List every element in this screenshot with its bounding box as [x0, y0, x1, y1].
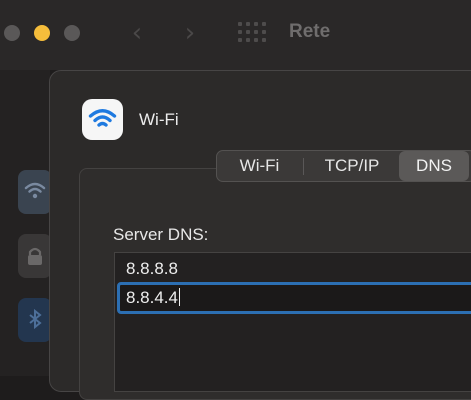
bluetooth-icon	[29, 309, 42, 330]
chevron-right-icon[interactable]: ›	[175, 17, 205, 49]
sidebar-item-security[interactable]	[18, 234, 52, 278]
sidebar-item-wifi[interactable]	[18, 170, 52, 214]
text-caret	[179, 288, 180, 306]
wifi-icon	[88, 109, 117, 127]
wifi-service-icon	[82, 99, 123, 140]
minimize-window-button[interactable]	[34, 25, 50, 41]
grid-icon[interactable]	[238, 22, 266, 44]
tab-tcp-ip[interactable]: TCP/IP	[305, 151, 399, 181]
tab-divider	[303, 158, 304, 175]
dns-servers-label: Server DNS:	[113, 225, 209, 244]
window-title: Rete	[289, 21, 331, 42]
tab-bar: Wi-Fi TCP/IP DNS	[216, 150, 471, 182]
close-window-button[interactable]	[4, 25, 20, 41]
wifi-icon	[24, 182, 46, 199]
chevron-left-icon[interactable]: ‹	[122, 17, 152, 49]
zoom-window-button[interactable]	[64, 25, 80, 41]
service-name: Wi-Fi	[139, 110, 179, 129]
dns-server-entry[interactable]: 8.8.8.8	[126, 259, 178, 279]
dns-server-value: 8.8.4.4	[126, 288, 178, 307]
lock-icon	[28, 247, 42, 265]
sidebar-item-bluetooth[interactable]	[18, 298, 52, 342]
dns-server-entry-editing[interactable]: 8.8.4.4	[126, 288, 180, 308]
titlebar: ‹ › Rete	[0, 0, 471, 70]
tab-dns[interactable]: DNS	[399, 151, 469, 181]
tab-wifi[interactable]: Wi-Fi	[218, 151, 301, 181]
